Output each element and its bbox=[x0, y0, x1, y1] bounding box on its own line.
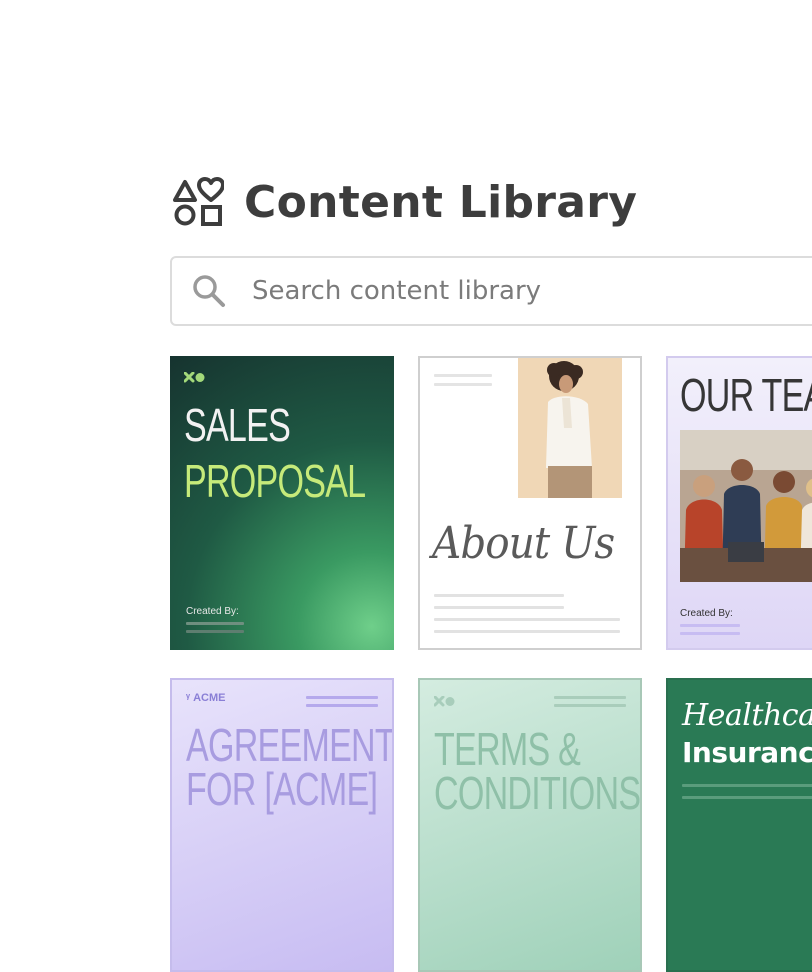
shapes-library-icon bbox=[173, 177, 224, 226]
placeholder-line bbox=[434, 606, 564, 609]
search-bar[interactable] bbox=[170, 256, 812, 326]
brand-logo-icon bbox=[184, 372, 205, 383]
acme-logo-icon: ᵞ bbox=[186, 692, 191, 704]
brand-logo: ᵞ ACME bbox=[186, 692, 226, 704]
card-title-line-1: SALES bbox=[184, 399, 291, 451]
template-card-about-us[interactable]: About Us bbox=[418, 356, 642, 650]
placeholder-line bbox=[554, 696, 626, 699]
placeholder-line bbox=[554, 704, 626, 707]
placeholder-line bbox=[186, 630, 244, 633]
placeholder-line bbox=[680, 624, 740, 627]
placeholder-line bbox=[434, 630, 620, 633]
placeholder-line bbox=[682, 796, 812, 799]
portrait-photo bbox=[518, 358, 622, 498]
card-title-line-2: FOR [ACME] bbox=[186, 763, 378, 815]
brand-logo-icon bbox=[434, 696, 455, 707]
placeholder-line bbox=[306, 704, 378, 707]
placeholder-line bbox=[434, 594, 564, 597]
template-card-terms-conditions[interactable]: TERMS & CONDITIONS bbox=[418, 678, 642, 972]
placeholder-line bbox=[434, 618, 620, 621]
team-photo bbox=[680, 430, 812, 582]
card-title: OUR TEAM bbox=[680, 369, 812, 421]
page-header: Content Library bbox=[172, 172, 637, 232]
template-card-agreement[interactable]: ᵞ ACME AGREEMENT FOR [ACME] bbox=[170, 678, 394, 972]
placeholder-line bbox=[306, 696, 378, 699]
placeholder-line bbox=[434, 374, 492, 377]
created-by-label: Created By: bbox=[186, 606, 239, 617]
placeholder-line bbox=[680, 632, 740, 635]
placeholder-line bbox=[186, 622, 244, 625]
placeholder-line bbox=[682, 784, 812, 787]
search-icon bbox=[193, 275, 225, 307]
template-card-healthcare-insurance[interactable]: Healthcare Insurance bbox=[666, 678, 812, 972]
template-card-sales-proposal[interactable]: SALES PROPOSAL Created By: bbox=[170, 356, 394, 650]
created-by-label: Created By: bbox=[680, 608, 733, 619]
card-title-line-2: PROPOSAL bbox=[184, 455, 366, 507]
card-title: About Us bbox=[432, 518, 615, 569]
card-title-line-2: Insurance bbox=[682, 736, 812, 769]
template-card-our-team[interactable]: OUR TEAM Created By: bbox=[666, 356, 812, 650]
card-title-line-1: Healthcare bbox=[682, 698, 812, 733]
page-title: Content Library bbox=[244, 176, 638, 228]
placeholder-line bbox=[434, 383, 492, 386]
search-input[interactable] bbox=[250, 275, 794, 307]
